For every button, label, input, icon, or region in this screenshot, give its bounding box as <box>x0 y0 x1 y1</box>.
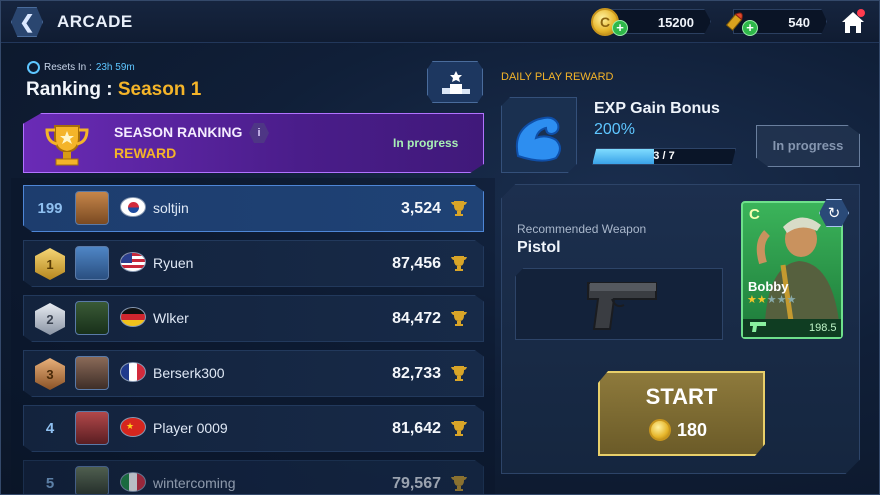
avatar <box>75 191 109 225</box>
trophy-icon <box>45 125 89 166</box>
ranking-heading: Ranking : Season 1 <box>26 79 201 101</box>
avatar <box>75 466 109 494</box>
character-name: Bobby <box>748 279 789 294</box>
coin-icon <box>649 419 671 441</box>
rank-number: 4 <box>45 420 55 437</box>
page-title: ARCADE <box>57 12 133 31</box>
resets-timer: Resets In : 23h 59m <box>27 61 135 74</box>
season-name: Season 1 <box>117 79 202 100</box>
add-ammo-button[interactable]: + <box>742 20 758 36</box>
star-on: ★★ <box>747 294 767 306</box>
flag-fr-icon <box>120 362 146 382</box>
daily-reward-label: DAILY PLAY REWARD <box>501 71 614 83</box>
resets-time: 23h 59m <box>95 62 135 73</box>
player-score: 82,733 <box>392 365 441 382</box>
star-off: ★★★ <box>766 294 797 306</box>
podium-icon <box>442 71 470 94</box>
flag-kr-icon <box>120 197 146 217</box>
player-score: 84,472 <box>392 310 441 327</box>
avatar <box>75 356 109 390</box>
cup-icon <box>451 366 467 381</box>
daily-status-button[interactable]: In progress <box>756 125 860 167</box>
avatar <box>75 301 109 335</box>
character-stars: ★★★★★ <box>747 293 796 306</box>
flexed-arm-icon <box>515 116 561 162</box>
exp-bonus-card <box>501 97 577 173</box>
ranking-title: Ranking : <box>26 79 113 100</box>
resets-label: Resets In : <box>44 62 92 73</box>
season-status: In progress <box>393 136 459 150</box>
recommended-weapon-name: Pistol <box>517 239 561 256</box>
player-name: Ryuen <box>153 255 194 271</box>
weapon-slot[interactable] <box>515 268 723 340</box>
flag-us-icon <box>120 252 146 272</box>
start-label: START <box>645 384 718 409</box>
player-name: Berserk300 <box>153 365 225 381</box>
flag-de-icon <box>120 307 146 327</box>
flag-cn-icon: ★ <box>120 417 146 437</box>
notification-dot <box>857 9 865 17</box>
cup-icon <box>451 256 467 271</box>
avatar <box>75 411 109 445</box>
recommended-weapon-label: Recommended Weapon <box>517 222 647 236</box>
gold-value: 15200 <box>657 15 694 30</box>
cup-icon <box>451 476 467 491</box>
exp-bonus-title: EXP Gain Bonus <box>594 100 720 117</box>
leaderboard-button[interactable] <box>427 61 483 103</box>
season-ranking-title: SEASON RANKING <box>114 124 243 140</box>
arcade-screen: ❮ ARCADE 15200 C + 540 + Resets In : 23h… <box>0 0 880 495</box>
rank-number: 199 <box>37 200 63 217</box>
stopwatch-icon <box>27 61 40 74</box>
back-button[interactable]: ❮ <box>11 7 43 37</box>
cup-icon <box>451 421 467 436</box>
player-name: wintercoming <box>153 475 236 491</box>
cup-icon <box>451 201 467 216</box>
character-pistol-icon <box>750 322 766 332</box>
add-gold-button[interactable]: + <box>612 20 628 36</box>
character-grade: C <box>749 206 760 223</box>
ammo-value: 540 <box>788 15 810 30</box>
rank-number: 5 <box>45 475 55 492</box>
exp-bonus-percent: 200% <box>594 121 635 138</box>
start-cost: 180 <box>677 420 708 440</box>
daily-progress-bar: 3 / 7 <box>592 148 736 165</box>
season-ranking-reward: REWARD <box>114 145 177 161</box>
daily-progress-label: 3 / 7 <box>653 150 675 162</box>
player-score: 81,642 <box>392 420 441 437</box>
back-icon: ❮ <box>19 11 35 32</box>
player-name: Wlker <box>153 310 189 326</box>
player-score: 87,456 <box>392 255 441 272</box>
player-score: 3,524 <box>400 200 441 217</box>
cup-icon <box>451 311 467 326</box>
flag-it-icon <box>120 472 146 492</box>
avatar <box>75 246 109 280</box>
player-name: Player 0009 <box>153 420 228 436</box>
character-power: 198.5 <box>809 322 837 334</box>
player-score: 79,567 <box>392 475 441 492</box>
pistol-icon <box>587 282 657 330</box>
player-name: soltjin <box>153 200 189 216</box>
